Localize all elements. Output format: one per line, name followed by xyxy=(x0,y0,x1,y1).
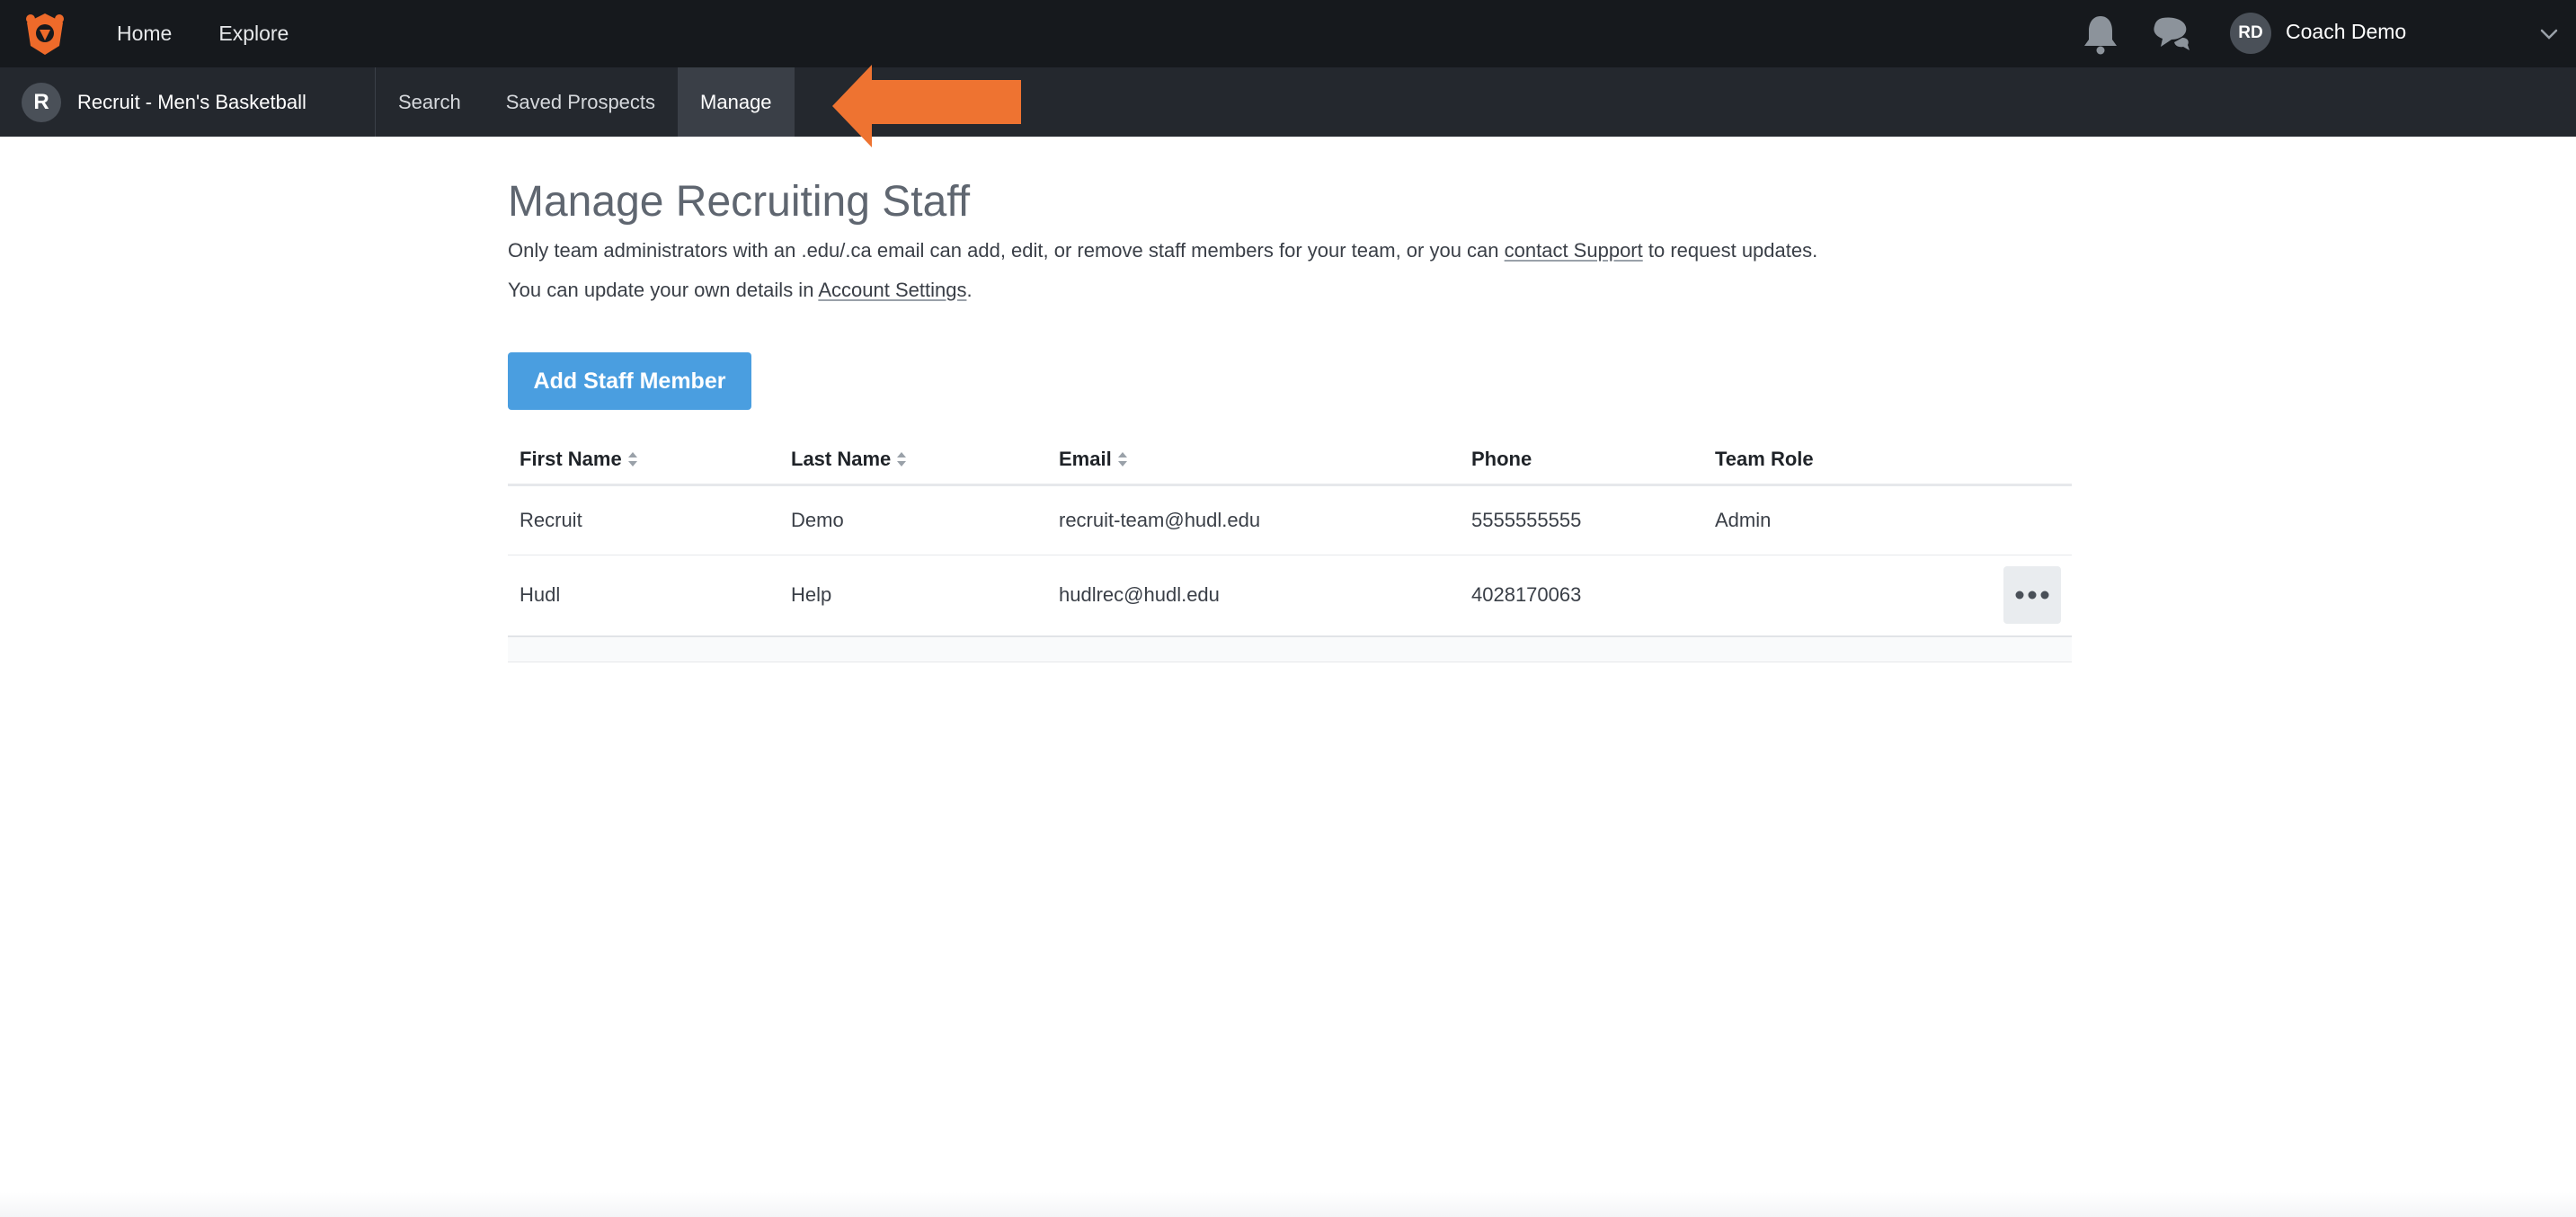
bell-icon[interactable] xyxy=(2080,13,2121,56)
sort-icon xyxy=(627,451,637,466)
table-footer xyxy=(508,637,2072,662)
cell-last-name: Help xyxy=(779,555,1047,637)
team-name: Recruit - Men's Basketball xyxy=(77,90,306,113)
desc2-text-end: . xyxy=(966,279,973,301)
header-email-label: Email xyxy=(1059,447,1112,470)
tab-saved-prospects[interactable]: Saved Prospects xyxy=(484,67,678,137)
page-bottom-edge xyxy=(0,1192,2576,1217)
team-badge: R xyxy=(22,82,61,122)
tab-manage[interactable]: Manage xyxy=(678,67,795,137)
sort-icon xyxy=(1117,451,1127,466)
account-settings-link[interactable]: Account Settings xyxy=(818,279,966,301)
header-phone: Phone xyxy=(1460,435,1703,486)
cell-email: recruit-team@hudl.edu xyxy=(1047,484,1460,555)
section-tabs: Search Saved Prospects Manage xyxy=(376,67,795,137)
nav-home-link[interactable]: Home xyxy=(117,22,172,46)
page-description-account: You can update your own details in Accou… xyxy=(508,277,2072,304)
cell-first-name: Hudl xyxy=(508,555,779,637)
cell-first-name: Recruit xyxy=(508,484,779,555)
cell-phone: 4028170063 xyxy=(1460,555,1703,637)
cell-last-name: Demo xyxy=(779,484,1047,555)
team-switcher[interactable]: R Recruit - Men's Basketball xyxy=(0,67,376,137)
user-avatar[interactable]: RD xyxy=(2230,13,2271,54)
chevron-down-icon[interactable] xyxy=(2538,23,2560,45)
desc-text: Only team administrators with an .edu/.c… xyxy=(508,239,1505,262)
page-title: Manage Recruiting Staff xyxy=(508,178,971,226)
row-actions-button[interactable] xyxy=(2003,566,2061,625)
desc-text-end: to request updates. xyxy=(1642,239,1818,262)
arrow-annotation xyxy=(832,65,1021,147)
header-email[interactable]: Email xyxy=(1047,435,1460,486)
sort-icon xyxy=(897,451,907,466)
tab-search[interactable]: Search xyxy=(376,67,484,137)
add-staff-member-button[interactable]: Add Staff Member xyxy=(508,352,751,410)
cell-phone: 5555555555 xyxy=(1460,484,1703,555)
header-team-role: Team Role xyxy=(1703,435,2072,486)
more-icon xyxy=(2015,591,2049,600)
desc2-text: You can update your own details in xyxy=(508,279,819,301)
hudl-logo-icon[interactable] xyxy=(22,10,68,57)
header-first-name-label: First Name xyxy=(520,447,622,470)
cell-team-role: Admin xyxy=(1703,484,2072,555)
cell-email: hudlrec@hudl.edu xyxy=(1047,555,1460,637)
nav-explore-link[interactable]: Explore xyxy=(218,22,289,46)
table-row: Recruit Demo recruit-team@hudl.edu 55555… xyxy=(508,484,2072,555)
staff-table: First Name Last Name Email Phone Team Ro… xyxy=(508,435,2072,637)
chat-icon[interactable] xyxy=(2150,14,2191,52)
header-last-name-label: Last Name xyxy=(791,447,892,470)
table-row: Hudl Help hudlrec@hudl.edu 4028170063 xyxy=(508,555,2072,637)
header-last-name[interactable]: Last Name xyxy=(779,435,1047,486)
main-content: Manage Recruiting Staff Only team admini… xyxy=(508,137,2072,662)
team-subnav: R Recruit - Men's Basketball Search Save… xyxy=(0,67,2576,137)
top-nav: Home Explore xyxy=(99,0,317,67)
header-first-name[interactable]: First Name xyxy=(508,435,779,486)
contact-support-link[interactable]: contact Support xyxy=(1505,239,1643,262)
cell-actions xyxy=(1703,555,2072,637)
page-description: Only team administrators with an .edu/.c… xyxy=(508,237,2072,264)
user-name[interactable]: Coach Demo xyxy=(2286,20,2406,44)
top-navbar: Home Explore RD Coach Demo xyxy=(0,0,2576,67)
